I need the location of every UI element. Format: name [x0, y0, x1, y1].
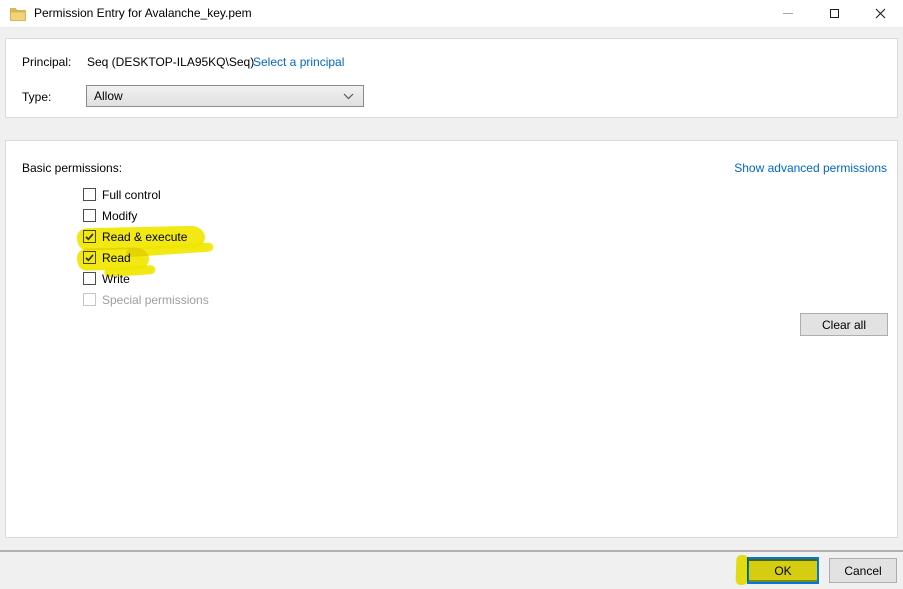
type-label: Type: [22, 90, 51, 104]
permission-row-read[interactable]: Read [83, 247, 131, 268]
permission-row-modify[interactable]: Modify [83, 205, 137, 226]
checkmark-icon [84, 231, 95, 242]
show-advanced-permissions-link[interactable]: Show advanced permissions [734, 161, 887, 175]
checkbox-read-execute[interactable] [83, 230, 96, 243]
footer-separator [0, 550, 903, 552]
cancel-button-label: Cancel [844, 564, 881, 578]
checkbox-modify[interactable] [83, 209, 96, 222]
permission-row-write[interactable]: Write [83, 268, 130, 289]
type-dropdown[interactable]: Allow [86, 85, 364, 107]
permissions-section: Basic permissions: Show advanced permiss… [5, 140, 898, 538]
checkbox-label: Read [102, 251, 131, 265]
chevron-down-icon [343, 93, 354, 100]
minimize-icon [783, 13, 793, 14]
checkmark-icon [84, 252, 95, 263]
cancel-button[interactable]: Cancel [829, 558, 897, 583]
title-bar: Permission Entry for Avalanche_key.pem [0, 0, 903, 28]
checkbox-label: Read & execute [102, 230, 187, 244]
principal-value: Seq (DESKTOP-ILA95KQ\Seq) [87, 55, 254, 69]
checkbox-special-permissions [83, 293, 96, 306]
minimize-button[interactable] [765, 0, 811, 27]
checkbox-read[interactable] [83, 251, 96, 264]
principal-label: Principal: [22, 55, 71, 69]
checkbox-full-control[interactable] [83, 188, 96, 201]
checkbox-label: Special permissions [102, 293, 209, 307]
clear-all-button[interactable]: Clear all [800, 313, 888, 336]
checkbox-label: Full control [102, 188, 161, 202]
maximize-icon [830, 9, 839, 18]
folder-icon [10, 7, 26, 21]
permissions-checkbox-list: Full control Modify Read & execute Read [83, 184, 209, 310]
type-dropdown-value: Allow [87, 89, 343, 103]
select-principal-link[interactable]: Select a principal [253, 55, 344, 69]
window-title: Permission Entry for Avalanche_key.pem [34, 0, 252, 27]
ok-button[interactable]: OK [747, 557, 819, 584]
ok-button-label: OK [774, 564, 791, 578]
close-button[interactable] [857, 0, 903, 27]
permission-row-read-execute[interactable]: Read & execute [83, 226, 187, 247]
permission-row-full-control[interactable]: Full control [83, 184, 161, 205]
maximize-button[interactable] [811, 0, 857, 27]
close-icon [875, 8, 886, 19]
checkbox-label: Write [102, 272, 130, 286]
permission-row-special-permissions: Special permissions [83, 289, 209, 310]
principal-section: Principal: Seq (DESKTOP-ILA95KQ\Seq) Sel… [5, 38, 898, 118]
checkbox-write[interactable] [83, 272, 96, 285]
checkbox-label: Modify [102, 209, 137, 223]
basic-permissions-heading: Basic permissions: [22, 161, 122, 175]
